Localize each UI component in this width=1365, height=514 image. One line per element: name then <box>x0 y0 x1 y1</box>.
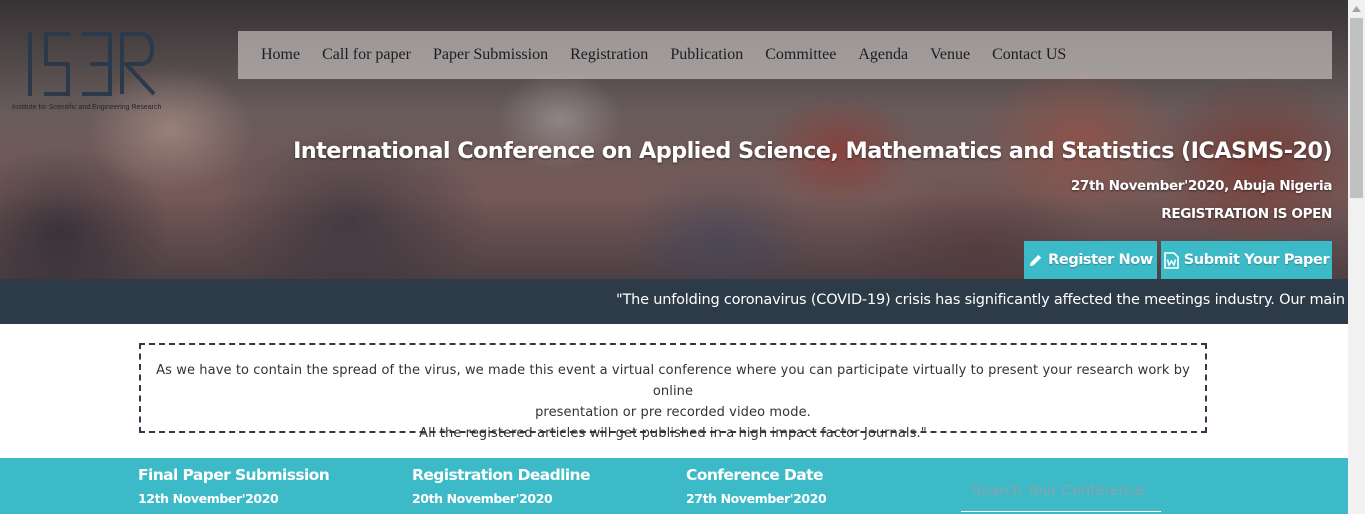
registration-deadline: Registration Deadline 20th November'2020 <box>412 466 591 506</box>
nav-contact-us[interactable]: Contact US <box>981 46 1077 64</box>
submit-paper-button[interactable]: Submit Your Paper <box>1161 241 1332 279</box>
notice-line-1: As we have to contain the spread of the … <box>156 363 1190 399</box>
iser-logo[interactable]: Institute for Scientific and Engineering… <box>12 28 162 118</box>
word-document-icon <box>1163 251 1179 269</box>
notice-line-3: All the registered articles will get pub… <box>419 426 927 441</box>
final-paper-date: 12th November'2020 <box>138 491 279 506</box>
conference-date: Conference Date 27th November'2020 <box>686 466 827 506</box>
conference-date-value: 27th November'2020 <box>686 491 827 506</box>
nav-agenda[interactable]: Agenda <box>847 46 919 64</box>
hero-banner: Institute for Scientific and Engineering… <box>0 0 1348 279</box>
notice-line-2: presentation or pre recorded video mode. <box>535 405 811 420</box>
registration-status: REGISTRATION IS OPEN <box>1161 206 1332 222</box>
registration-deadline-date: 20th November'2020 <box>412 491 553 506</box>
logo-caption: Institute for Scientific and Engineering… <box>12 104 162 111</box>
scrollbar-thumb[interactable] <box>1350 18 1363 198</box>
final-paper-submission: Final Paper Submission 12th November'202… <box>138 466 330 506</box>
nav-registration[interactable]: Registration <box>559 46 659 64</box>
register-now-button[interactable]: Register Now <box>1024 241 1157 279</box>
page-scrollbar[interactable] <box>1348 0 1365 514</box>
covid-announcement-bar: "The unfolding coronavirus (COVID-19) cr… <box>0 279 1348 324</box>
nav-home[interactable]: Home <box>250 46 311 64</box>
main-navigation: Home Call for paper Paper Submission Reg… <box>238 31 1332 79</box>
scroll-up-arrow-icon[interactable] <box>1348 0 1365 17</box>
submit-paper-label: Submit Your Paper <box>1183 252 1330 268</box>
register-now-label: Register Now <box>1048 252 1153 268</box>
nav-paper-submission[interactable]: Paper Submission <box>422 46 559 64</box>
search-conference-input[interactable] <box>961 470 1161 512</box>
virtual-conference-notice: As we have to contain the spread of the … <box>139 343 1207 441</box>
pencil-icon <box>1028 253 1043 268</box>
final-paper-label: Final Paper Submission <box>138 466 330 484</box>
conference-title: International Conference on Applied Scie… <box>293 138 1333 164</box>
nav-venue[interactable]: Venue <box>919 46 981 64</box>
conference-date-location: 27th November'2020, Abuja Nigeria <box>1070 178 1333 194</box>
announcement-text: "The unfolding coronavirus (COVID-19) cr… <box>616 292 1345 308</box>
nav-call-for-paper[interactable]: Call for paper <box>311 46 422 64</box>
conference-date-label: Conference Date <box>686 466 823 484</box>
registration-deadline-label: Registration Deadline <box>412 466 591 484</box>
iser-logo-mark <box>28 32 156 96</box>
nav-committee[interactable]: Committee <box>754 46 847 64</box>
nav-publication[interactable]: Publication <box>659 46 754 64</box>
